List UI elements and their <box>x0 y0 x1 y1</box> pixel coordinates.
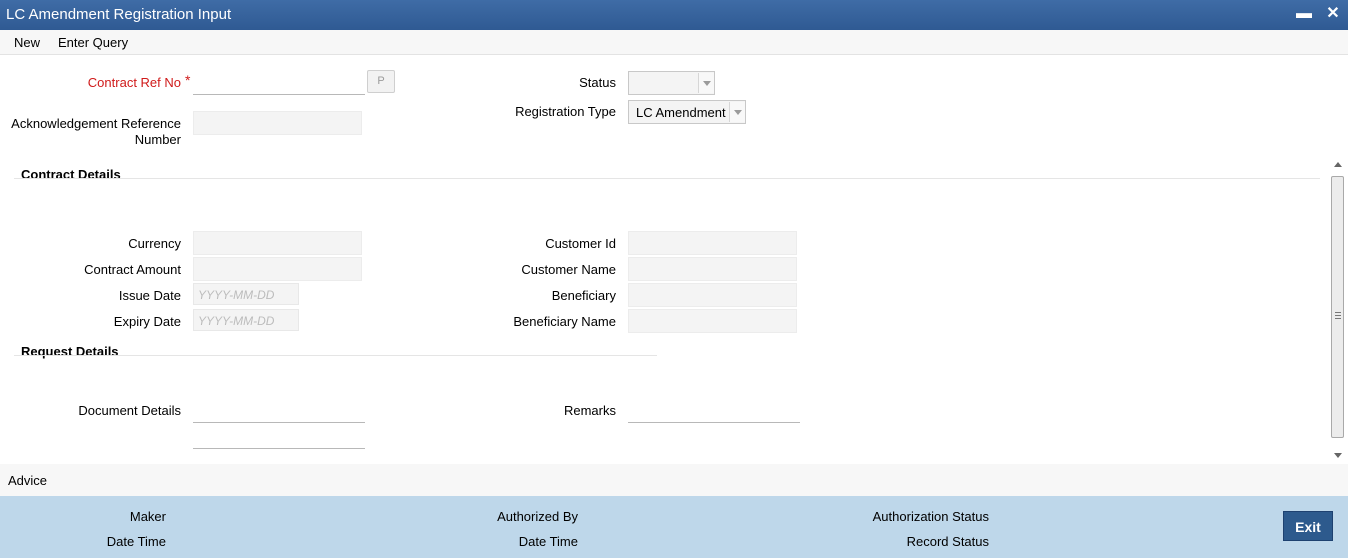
customer-name-label: Customer Name <box>521 262 616 277</box>
remarks-label: Remarks <box>563 403 616 418</box>
ack-ref-label-line2: Number <box>134 132 181 147</box>
scroll-down-icon[interactable] <box>1334 453 1342 458</box>
contract-ref-input[interactable] <box>193 71 365 95</box>
maker-label: Maker <box>129 509 166 524</box>
issue-date-input[interactable]: YYYY-MM-DD <box>193 283 299 305</box>
request-details-title: Request Details <box>21 344 119 359</box>
title-bar: LC Amendment Registration Input ▬ ✕ <box>0 0 1348 30</box>
maker-date-time-label: Date Time <box>106 534 166 549</box>
expiry-date-label: Expiry Date <box>113 314 181 329</box>
authorization-status-label: Authorization Status <box>872 509 989 524</box>
advice-tab[interactable]: Advice <box>8 473 47 488</box>
status-label: Status <box>579 75 616 90</box>
beneficiary-name-input[interactable] <box>628 309 797 333</box>
chevron-down-icon <box>698 73 714 93</box>
contract-amount-label: Contract Amount <box>84 262 181 277</box>
menu-bar: New Enter Query <box>0 30 1348 55</box>
currency-input[interactable] <box>193 231 362 255</box>
remarks-input[interactable] <box>628 399 800 423</box>
contract-details-title: Contract Details <box>21 167 121 182</box>
registration-type-label: Registration Type <box>515 104 616 119</box>
customer-id-input[interactable] <box>628 231 797 255</box>
menu-item-enter-query[interactable]: Enter Query <box>58 35 128 50</box>
authorized-by-label: Authorized By <box>497 509 578 524</box>
registration-type-value: LC Amendment <box>636 105 726 120</box>
document-details-label: Document Details <box>78 403 181 418</box>
advice-bar: Advice <box>0 464 1348 496</box>
menu-item-new[interactable]: New <box>14 35 40 50</box>
contract-ref-pick-button[interactable]: P <box>367 70 395 93</box>
document-details-input-2[interactable] <box>193 425 365 449</box>
authorized-date-time-label: Date Time <box>518 534 578 549</box>
issue-date-label: Issue Date <box>118 288 181 303</box>
close-icon[interactable]: ✕ <box>1323 4 1343 24</box>
scroll-up-icon[interactable] <box>1334 162 1342 167</box>
ack-ref-label-line1: Acknowledgement Reference <box>11 116 181 131</box>
customer-name-input[interactable] <box>628 257 797 281</box>
ack-ref-label: Acknowledgement Reference Number <box>0 116 181 148</box>
scrollbar-thumb[interactable] <box>1331 176 1344 438</box>
registration-type-select[interactable]: LC Amendment <box>628 100 746 124</box>
expiry-date-input[interactable]: YYYY-MM-DD <box>193 309 299 331</box>
contract-ref-label: Contract Ref No <box>40 75 181 90</box>
audit-footer: Maker Date Time Authorized By Date Time … <box>0 496 1348 558</box>
beneficiary-input[interactable] <box>628 283 797 307</box>
document-details-input[interactable] <box>193 399 365 423</box>
record-status-label: Record Status <box>906 534 989 549</box>
exit-button[interactable]: Exit <box>1283 511 1333 541</box>
status-select[interactable] <box>628 71 715 95</box>
contract-details-divider <box>14 178 1320 179</box>
minimize-icon[interactable]: ▬ <box>1294 4 1314 24</box>
vertical-scrollbar[interactable] <box>1330 160 1346 462</box>
required-marker: * <box>185 72 191 88</box>
chevron-down-icon <box>729 102 745 122</box>
beneficiary-label: Beneficiary <box>551 288 616 303</box>
contract-amount-input[interactable] <box>193 257 362 281</box>
request-details-divider <box>14 355 657 356</box>
contract-ref-label-text: Contract Ref No <box>87 75 181 90</box>
window-title: LC Amendment Registration Input <box>6 6 232 23</box>
beneficiary-name-label: Beneficiary Name <box>513 314 616 329</box>
customer-id-label: Customer Id <box>545 236 616 251</box>
ack-ref-input[interactable] <box>193 111 362 135</box>
grip-icon <box>1335 312 1341 319</box>
currency-label: Currency <box>128 236 181 251</box>
